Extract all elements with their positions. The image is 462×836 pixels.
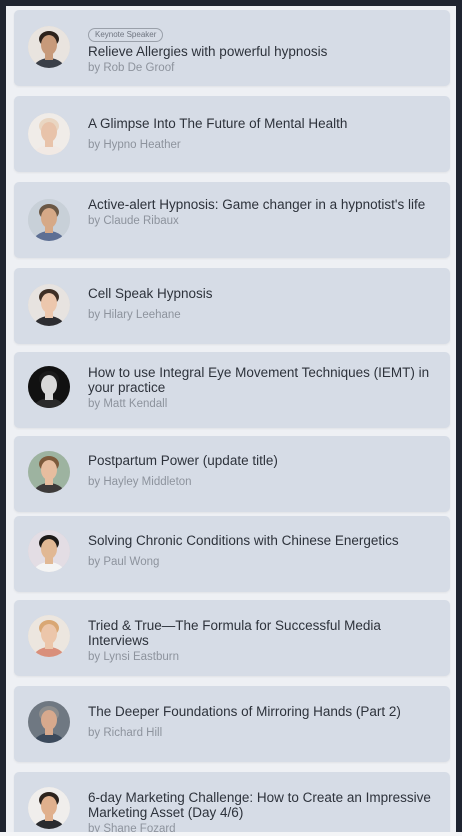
bottom-edge: [0, 832, 462, 836]
session-list: Keynote Speaker Relieve Allergies with p…: [6, 6, 456, 832]
session-card[interactable]: Solving Chronic Conditions with Chinese …: [14, 516, 450, 592]
speaker-portrait-icon: [28, 701, 70, 743]
session-author: by Hypno Heather: [88, 139, 181, 151]
session-author: by Shane Fozard: [88, 823, 176, 832]
session-title[interactable]: How to use Integral Eye Movement Techniq…: [88, 365, 436, 395]
session-title[interactable]: Cell Speak Hypnosis: [88, 286, 436, 301]
session-title[interactable]: A Glimpse Into The Future of Mental Heal…: [88, 116, 436, 131]
session-card[interactable]: Tried & True—The Formula for Successful …: [14, 600, 450, 676]
session-author: by Matt Kendall: [88, 398, 168, 410]
session-title[interactable]: Active-alert Hypnosis: Game changer in a…: [88, 197, 436, 212]
session-title[interactable]: The Deeper Foundations of Mirroring Hand…: [88, 704, 436, 719]
session-author: by Hayley Middleton: [88, 476, 192, 488]
speaker-portrait-icon: [28, 530, 70, 572]
session-card[interactable]: How to use Integral Eye Movement Techniq…: [14, 352, 450, 428]
session-author: by Richard Hill: [88, 727, 163, 739]
speaker-portrait-icon: [28, 199, 70, 241]
session-title[interactable]: Relieve Allergies with powerful hypnosis: [88, 44, 436, 59]
session-title[interactable]: Solving Chronic Conditions with Chinese …: [88, 533, 436, 548]
session-card[interactable]: The Deeper Foundations of Mirroring Hand…: [14, 686, 450, 762]
session-author: by Lynsi Eastburn: [88, 651, 179, 663]
session-card[interactable]: Active-alert Hypnosis: Game changer in a…: [14, 182, 450, 258]
session-author: by Hilary Leehane: [88, 309, 181, 321]
keynote-speaker-badge: Keynote Speaker: [88, 28, 164, 42]
speaker-portrait-icon: [28, 451, 70, 493]
session-card[interactable]: A Glimpse Into The Future of Mental Heal…: [14, 96, 450, 172]
session-card[interactable]: 6-day Marketing Challenge: How to Create…: [14, 772, 450, 832]
session-author: by Rob De Groof: [88, 62, 175, 74]
session-title[interactable]: Postpartum Power (update title): [88, 453, 436, 468]
session-author: by Claude Ribaux: [88, 215, 179, 227]
speaker-portrait-icon: [28, 787, 70, 829]
session-card[interactable]: Keynote Speaker Relieve Allergies with p…: [14, 10, 450, 86]
speaker-portrait-icon: [28, 284, 70, 326]
speaker-portrait-icon: [28, 26, 70, 68]
session-title[interactable]: 6-day Marketing Challenge: How to Create…: [88, 790, 436, 820]
session-card[interactable]: Cell Speak Hypnosis by Hilary Leehane: [14, 268, 450, 344]
speaker-portrait-icon: [28, 113, 70, 155]
speaker-portrait-icon: [28, 615, 70, 657]
session-card[interactable]: Postpartum Power (update title) by Hayle…: [14, 436, 450, 512]
speaker-portrait-icon: [28, 366, 70, 408]
session-title[interactable]: Tried & True—The Formula for Successful …: [88, 618, 436, 648]
session-author: by Paul Wong: [88, 556, 160, 568]
